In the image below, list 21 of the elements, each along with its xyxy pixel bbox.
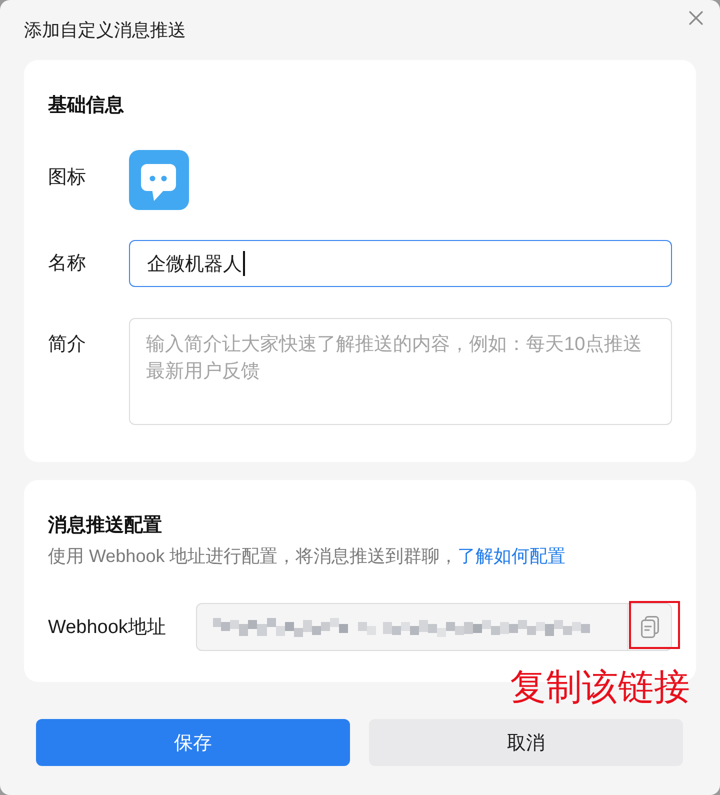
field-label: 简介 [48, 333, 87, 357]
copy-icon [640, 616, 658, 638]
save-button[interactable]: 保存 [36, 719, 350, 766]
field-label: 图标 [48, 166, 87, 190]
help-link[interactable]: 了解如何配置 [458, 546, 566, 566]
webhook-url-field[interactable] [196, 603, 672, 651]
cancel-button[interactable]: 取消 [369, 719, 683, 766]
chat-bubble-icon [129, 150, 189, 210]
close-button[interactable] [688, 10, 704, 26]
close-icon [689, 11, 703, 25]
config-description: 使用 Webhook 地址进行配置，将消息推送到群聊，了解如何配置 [48, 545, 567, 568]
name-input-field[interactable]: 企微机器人 [129, 240, 672, 287]
field-label: 名称 [48, 252, 87, 276]
highlight-frame [629, 601, 680, 649]
field-label: Webhook地址 [48, 616, 167, 640]
text-cursor-icon [243, 251, 244, 276]
section-heading: 消息推送配置 [48, 514, 163, 538]
annotation-text: 复制该链接 [510, 668, 690, 706]
section-heading: 基础信息 [48, 94, 125, 118]
description-textarea[interactable]: 输入简介让大家快速了解推送的内容，例如：每天10点推送最新用户反馈 [129, 318, 672, 425]
dialog-title: 添加自定义消息推送 [24, 19, 186, 42]
